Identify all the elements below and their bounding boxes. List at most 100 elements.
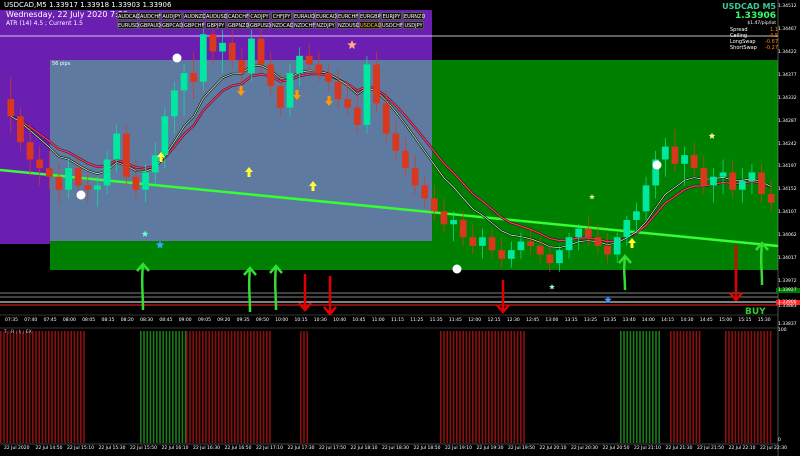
indicator-bar (689, 331, 691, 443)
symbol-button-audjpy[interactable]: AUDJPY (161, 12, 182, 20)
symbol-button-audnzd[interactable]: AUDNZD (183, 12, 206, 20)
candle-body (661, 146, 669, 160)
time-tick: 09:50 (255, 318, 269, 323)
bottom-time-tick: 22 Jul 17:10 (256, 446, 283, 451)
candle-body (729, 172, 737, 190)
indicator-bar (178, 331, 180, 443)
indicator-bar (38, 331, 40, 443)
atr-readout: ATR (14) 4.5 ; Current 1.5 (6, 20, 83, 27)
indicator-bar (731, 331, 733, 443)
symbol-button-usdjpy[interactable]: USDJPY (403, 21, 424, 29)
symbol-button-audcad[interactable]: AUDCAD (117, 12, 140, 20)
symbol-button-eurjpy[interactable]: EURJPY (381, 12, 402, 20)
symbol-button-euraud[interactable]: EURAUD (293, 12, 315, 20)
indicator-bar (670, 331, 672, 443)
time-tick: 08:30 (140, 318, 154, 323)
symbol-button-cadchf[interactable]: CADCHF (227, 12, 249, 20)
symbol-button-eurgbp[interactable]: EURGBP (359, 12, 381, 20)
swing-point-dot (172, 53, 182, 63)
symbol-button-nzdchf[interactable]: NZDCHF (293, 21, 315, 29)
time-tick: 08:05 (82, 318, 96, 323)
indicator-bar (152, 331, 155, 443)
indicator-bar (227, 331, 230, 443)
indicator-bar (140, 331, 142, 443)
symbol-button-eurchf[interactable]: EURCHF (337, 12, 358, 20)
price-tick: 1.34332 (778, 95, 797, 101)
time-tick: 08:45 (159, 318, 173, 323)
time-tick: 13:40 (622, 318, 636, 323)
indicator-bar (520, 331, 522, 443)
indicator-bar (465, 331, 468, 443)
chart-datetime: Wednesday, 22 July 2020 7:30 (6, 10, 128, 19)
indicator-bar (632, 331, 635, 443)
indicator-bar (475, 331, 477, 443)
candle-body (257, 38, 265, 65)
indicator-bar (0, 331, 2, 443)
candle-body (238, 60, 246, 74)
indicator-bar (156, 331, 158, 443)
candle-body (94, 185, 101, 190)
candle-body (479, 237, 486, 246)
symbol-button-gbpusd[interactable]: GBPUSD (249, 21, 271, 29)
indicator-bar (488, 331, 490, 443)
indicator-bar (198, 331, 201, 443)
indicator-bar (695, 331, 698, 443)
symbol-button-usdchf[interactable]: USDCHF (381, 21, 403, 29)
indicator-bar (452, 331, 455, 443)
candle-body (132, 176, 140, 190)
indicator-bar (744, 331, 746, 443)
up-arrow-shaft (759, 242, 764, 286)
time-tick: 13:25 (584, 318, 597, 323)
symbol-button-eurnzd[interactable]: EURNZD (403, 12, 425, 20)
candle-body (671, 146, 679, 164)
symbol-button-nzdusd[interactable]: NZDUSD (337, 21, 360, 29)
symbol-button-nzdcad[interactable]: NZDCAD (271, 21, 294, 29)
bottom-time-tick: 22 Jul 16:30 (193, 446, 220, 451)
symbol-button-gbpaud[interactable]: GBPAUD (139, 21, 161, 29)
time-tick: 08:15 (101, 318, 115, 323)
candle-body (45, 168, 53, 177)
symbol-button-gbpchf[interactable]: GBPCHF (183, 21, 204, 29)
indicator-bar (25, 331, 28, 443)
buy-signal: BUY (745, 307, 766, 317)
time-tick: 13:00 (545, 318, 559, 323)
indicator-bar (769, 331, 772, 443)
candle-body (565, 237, 573, 251)
indicator-bar (67, 331, 69, 443)
time-tick: 08:20 (120, 318, 134, 323)
candle-body (411, 168, 419, 186)
indicator-bar (221, 331, 223, 443)
indicator-bar (766, 331, 769, 443)
indicator-bar (655, 331, 657, 443)
candle-body (17, 116, 24, 143)
indicator-bar (725, 331, 727, 443)
indicator-bar (462, 331, 464, 443)
symbol-button-gbpcad[interactable]: GBPCAD (161, 21, 183, 29)
time-tick: 14:00 (641, 318, 655, 323)
symbol-button-usdcad[interactable]: USDCAD (359, 21, 381, 29)
candle-body (488, 237, 496, 251)
swing-point-dot (76, 190, 86, 200)
bottom-time-tick: 22 Jul 20:30 (571, 446, 598, 451)
symbol-button-eurusd[interactable]: EURUSD (117, 21, 139, 29)
indicator-bar (162, 331, 164, 443)
symbol-button-cadjpy[interactable]: CADJPY (249, 12, 270, 20)
symbol-button-audusd[interactable]: AUDUSD (205, 12, 228, 20)
symbol-button-audchf[interactable]: AUDCHF (139, 12, 161, 20)
candle-body (421, 185, 429, 199)
indicator-bar (443, 331, 445, 443)
symbol-button-gbpjpy[interactable]: GBPJPY (205, 21, 226, 29)
candle-body (633, 211, 640, 220)
candle-body (151, 155, 159, 173)
symbol-button-gbpnzd[interactable]: GBPNZD (227, 21, 249, 29)
price-tick: 1.34512 (778, 4, 797, 9)
price-chart[interactable] (0, 0, 800, 456)
indicator-bar (620, 331, 622, 443)
symbol-button-chfjpy[interactable]: CHFJPY (271, 12, 292, 20)
candle-body (430, 198, 438, 212)
purple-zone-left (0, 60, 50, 244)
indicator-bar (747, 331, 749, 443)
symbol-button-eurcad[interactable]: EURCAD (315, 12, 337, 20)
indicator-bar (639, 331, 641, 443)
symbol-button-nzdjpy[interactable]: NZDJPY (315, 21, 336, 29)
